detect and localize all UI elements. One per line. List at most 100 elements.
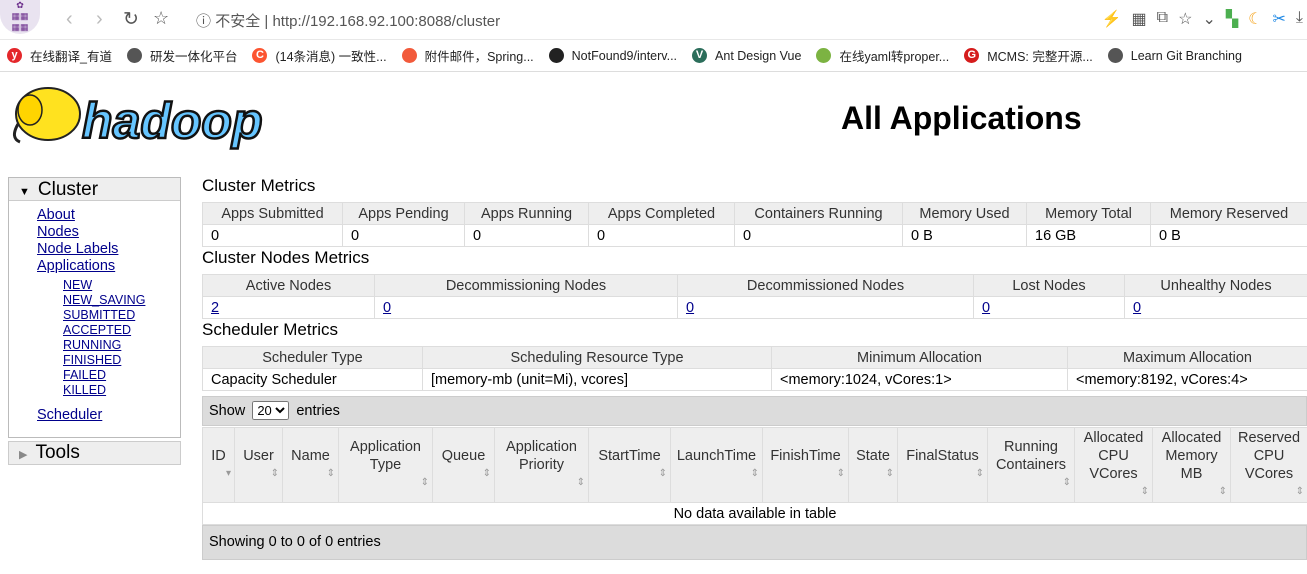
sortable-column-header[interactable]: Application Priority ⇕	[494, 427, 589, 503]
column-label: State	[856, 448, 890, 464]
app-state-link-accepted[interactable]: ACCEPTED	[63, 323, 180, 338]
bookmark-item[interactable]: G MCMS: 完整开源...	[964, 46, 1093, 65]
sortable-column-header[interactable]: Queue ⇕	[432, 427, 495, 503]
sortable-column-header[interactable]: User ⇕	[234, 427, 283, 503]
metric-link[interactable]: 0	[1133, 300, 1141, 316]
bookmark-label: 在线翻译_有道	[30, 50, 112, 64]
bookmark-star-icon[interactable]: ☆	[153, 8, 169, 29]
apps-icon[interactable]: ▚	[1226, 9, 1238, 29]
page-size-select[interactable]: 20	[252, 401, 290, 420]
metric-value: 0	[202, 224, 343, 247]
bookmark-label: (14条消息) 一致性...	[275, 50, 387, 64]
sidebar-link-scheduler[interactable]: Scheduler	[37, 407, 180, 424]
sortable-column-header[interactable]: ID ▾	[202, 427, 235, 503]
page-size-control: Show 20 entries	[202, 396, 1307, 426]
node-metrics-title: Cluster Nodes Metrics	[202, 248, 370, 267]
qr-icon[interactable]: ▦	[1132, 9, 1147, 29]
sort-both-icon: ⇕	[482, 468, 491, 479]
profile-avatar[interactable]: ✿ ▦▦ ▦▦	[0, 0, 40, 34]
sortable-column-header[interactable]: Reserved CPU VCores ⇕	[1230, 427, 1307, 503]
app-state-link-failed[interactable]: FAILED	[63, 368, 180, 383]
bookmark-item[interactable]: Learn Git Branching	[1107, 48, 1242, 63]
star-icon[interactable]: ☆	[1178, 9, 1192, 29]
sortable-column-header[interactable]: Allocated Memory MB ⇕	[1152, 427, 1231, 503]
back-icon[interactable]: ‹	[66, 8, 73, 31]
column-label: Queue	[441, 448, 486, 464]
translate-icon[interactable]: ⧉	[1157, 9, 1168, 29]
metric-link[interactable]: 0	[686, 300, 694, 316]
info-icon: ⓘ	[196, 13, 212, 30]
url-scheme: http://	[272, 13, 310, 30]
sort-both-icon: ⇕	[270, 468, 279, 479]
column-header: Lost Nodes	[973, 274, 1125, 297]
tools-section-toggle[interactable]: ▶ Tools	[8, 441, 181, 465]
metric-link[interactable]: 2	[211, 300, 219, 316]
bookmark-item[interactable]: 附件邮件，Spring...	[401, 46, 534, 65]
scheduler-metrics-table: Scheduler Type Scheduling Resource Type Mi…	[202, 346, 1307, 391]
forward-icon[interactable]: ›	[96, 8, 103, 31]
column-label: Application Priority	[506, 439, 577, 473]
app-state-link-killed[interactable]: KILLED	[63, 383, 180, 398]
bookmark-item[interactable]: V Ant Design Vue	[692, 48, 801, 63]
triangle-down-icon: ▼	[19, 186, 30, 198]
table-info: Showing 0 to 0 of 0 entries	[202, 525, 1307, 560]
app-state-link-new[interactable]: NEW	[63, 278, 180, 293]
entries-label: entries	[296, 403, 340, 419]
chevron-down-icon[interactable]: ⌄	[1202, 9, 1215, 29]
metric-value: 16 GB	[1026, 224, 1151, 247]
bookmark-item[interactable]: C (14条消息) 一致性...	[252, 46, 387, 65]
page-title: All Applications	[841, 100, 1082, 136]
empty-row: No data available in table	[202, 502, 1307, 525]
sidebar-link-nodes[interactable]: Nodes	[37, 224, 180, 241]
metric-link[interactable]: 0	[383, 300, 391, 316]
tools-label: Tools	[35, 442, 80, 463]
sidebar-link-about[interactable]: About	[37, 207, 180, 224]
cluster-section-toggle[interactable]: ▼ Cluster	[9, 178, 180, 201]
app-state-link-new_saving[interactable]: NEW_SAVING	[63, 293, 180, 308]
lightning-icon[interactable]: ⚡	[1102, 9, 1122, 29]
sortable-column-header[interactable]: StartTime ⇕	[588, 427, 671, 503]
table-row: Capacity Scheduler [memory-mb (unit=Mi), …	[202, 368, 1307, 391]
sortable-column-header[interactable]: State ⇕	[848, 427, 898, 503]
sortable-column-header[interactable]: Allocated CPU VCores ⇕	[1074, 427, 1153, 503]
sortable-column-header[interactable]: LaunchTime ⇕	[670, 427, 763, 503]
download-icon[interactable]: ⤓	[1296, 9, 1303, 29]
sort-both-icon: ⇕	[1218, 486, 1227, 497]
column-header: Scheduling Resource Type	[422, 346, 772, 369]
bookmark-item[interactable]: 研发一体化平台	[126, 46, 238, 65]
app-state-link-submitted[interactable]: SUBMITTED	[63, 308, 180, 323]
bookmark-label: NotFound9/interv...	[571, 48, 678, 63]
bookmark-label: 研发一体化平台	[149, 50, 238, 64]
column-label: Running Containers	[995, 439, 1067, 473]
reload-icon[interactable]: ↻	[123, 8, 139, 31]
sidebar-link-applications[interactable]: Applications	[37, 258, 180, 275]
sortable-column-header[interactable]: Application Type ⇕	[338, 427, 433, 503]
sort-desc-icon: ▾	[225, 468, 231, 479]
column-header: Active Nodes	[202, 274, 375, 297]
moon-icon[interactable]: ☾	[1248, 9, 1262, 29]
bookmark-item[interactable]: 在线yaml转proper...	[816, 46, 949, 65]
address-bar[interactable]: ⓘ 不安全 | http://192.168.92.100:8088/clust…	[196, 10, 500, 31]
column-label: Allocated Memory MB	[1161, 430, 1222, 482]
sort-both-icon: ⇕	[658, 468, 667, 479]
sortable-column-header[interactable]: Name ⇕	[282, 427, 339, 503]
metric-link[interactable]: 0	[982, 300, 990, 316]
metric-value: 0	[973, 296, 1125, 319]
app-state-link-running[interactable]: RUNNING	[63, 338, 180, 353]
browser-toolbar: ✿ ▦▦ ▦▦ ‹ › ↻ ☆ ⓘ 不安全 | http://192.168.92.…	[0, 0, 1307, 40]
app-state-link-finished[interactable]: FINISHED	[63, 353, 180, 368]
sortable-column-header[interactable]: FinishTime ⇕	[762, 427, 849, 503]
sort-both-icon: ⇕	[836, 468, 845, 479]
sortable-column-header[interactable]: Running Containers ⇕	[987, 427, 1075, 503]
bookmark-item[interactable]: y 在线翻译_有道	[7, 46, 112, 65]
metric-value: 0	[734, 224, 903, 247]
sidebar-link-node-labels[interactable]: Node Labels	[37, 241, 180, 258]
bookmark-label: MCMS: 完整开源...	[987, 50, 1093, 64]
spring-leaf-icon	[816, 48, 832, 63]
sortable-column-header[interactable]: FinalStatus ⇕	[897, 427, 988, 503]
metric-value: 0	[464, 224, 589, 247]
node-metrics-table: Active Nodes Decommissioning Nodes Decommi…	[202, 274, 1307, 319]
sort-both-icon: ⇕	[750, 468, 759, 479]
scissors-icon[interactable]: ✂	[1273, 9, 1286, 29]
bookmark-item[interactable]: NotFound9/interv...	[548, 48, 678, 63]
